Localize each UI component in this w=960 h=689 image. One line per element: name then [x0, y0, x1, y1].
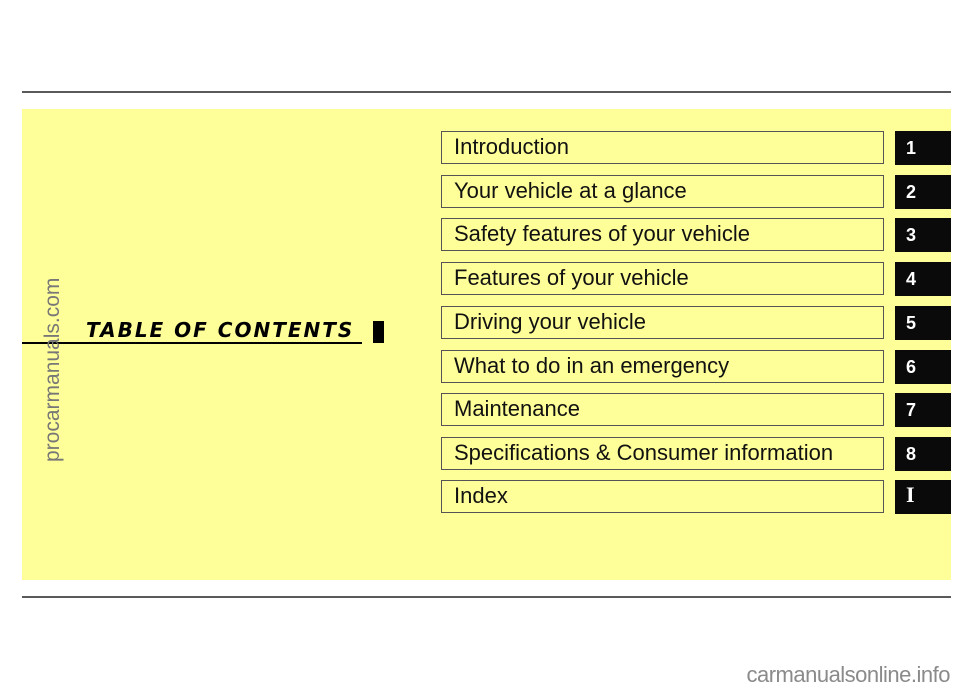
- chapter-tab-6[interactable]: 6: [895, 350, 951, 384]
- toc-heading-text: TABLE OF CONTENTS: [86, 318, 355, 342]
- watermark-side: procarmanuals.com: [41, 277, 64, 462]
- toc-entry-features[interactable]: Features of your vehicle: [441, 262, 884, 295]
- tab-number: 8: [906, 444, 917, 464]
- entry-label: Maintenance: [454, 396, 580, 421]
- chapter-tab-5[interactable]: 5: [895, 306, 951, 340]
- watermark-bottom: carmanualsonline.info: [746, 662, 950, 687]
- tab-number: 6: [906, 357, 917, 377]
- toc-heading: TABLE OF CONTENTS: [22, 318, 384, 344]
- tab-number: 1: [906, 138, 917, 158]
- chapter-tab-2[interactable]: 2: [895, 175, 951, 209]
- chapter-tab-index[interactable]: I: [895, 480, 951, 514]
- tab-number: 3: [906, 225, 917, 245]
- entry-label: Features of your vehicle: [454, 265, 689, 290]
- toc-entry-driving[interactable]: Driving your vehicle: [441, 306, 884, 339]
- entry-label: Introduction: [454, 134, 569, 159]
- chapter-tab-3[interactable]: 3: [895, 218, 951, 252]
- chapter-tab-4[interactable]: 4: [895, 262, 951, 296]
- tab-number: 2: [906, 182, 917, 202]
- toc-heading-marker: [373, 321, 384, 343]
- entry-label: What to do in an emergency: [454, 353, 730, 378]
- tab-number: 5: [906, 313, 917, 333]
- entry-label: Specifications & Consumer information: [454, 440, 834, 465]
- chapter-tab-7[interactable]: 7: [895, 393, 951, 427]
- toc-entry-maintenance[interactable]: Maintenance: [441, 393, 884, 426]
- toc-entry-safety-features[interactable]: Safety features of your vehicle: [441, 218, 884, 251]
- toc-entry-index[interactable]: Index: [441, 480, 884, 513]
- entry-label: Index: [454, 483, 508, 508]
- toc-entry-specifications[interactable]: Specifications & Consumer information: [441, 437, 884, 470]
- toc-entry-vehicle-at-glance[interactable]: Your vehicle at a glance: [441, 175, 884, 208]
- tab-number: 4: [906, 269, 917, 289]
- entry-label: Your vehicle at a glance: [454, 178, 687, 203]
- bottom-rule: [22, 596, 951, 598]
- toc-entry-emergency[interactable]: What to do in an emergency: [441, 350, 884, 383]
- entry-label: Safety features of your vehicle: [454, 221, 750, 246]
- toc-entry-introduction[interactable]: Introduction: [441, 131, 884, 164]
- tab-number: I: [906, 482, 915, 507]
- entry-label: Driving your vehicle: [454, 309, 646, 334]
- tab-number: 7: [906, 400, 917, 420]
- top-rule: [22, 91, 951, 93]
- toc-heading-underline: [22, 342, 362, 344]
- chapter-tab-8[interactable]: 8: [895, 437, 951, 471]
- chapter-tab-1[interactable]: 1: [895, 131, 951, 165]
